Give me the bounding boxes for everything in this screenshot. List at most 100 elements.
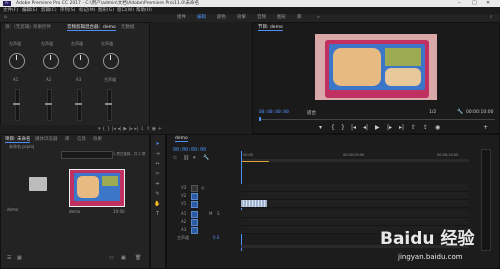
bin-folder-icon[interactable] [29, 177, 47, 191]
tab-project[interactable]: 项目: 未命名 [5, 136, 31, 143]
pan-knob-a3[interactable] [73, 53, 89, 69]
menu-sequence[interactable]: 序列(S) [60, 7, 75, 14]
a1-sync-toggle[interactable] [191, 211, 198, 218]
menu-marker[interactable]: 标记(M) [79, 7, 95, 14]
timeline-settings-icon[interactable]: 🔧 [203, 155, 209, 161]
go-to-out-icon[interactable]: ▸| [399, 124, 404, 131]
tab-info[interactable]: 信息 [77, 136, 86, 142]
workspace-effects[interactable]: 效果 [237, 14, 246, 22]
button-editor-icon[interactable]: + [483, 124, 488, 131]
menu-edit[interactable]: 编辑(E) [22, 7, 37, 14]
fader-a2[interactable] [47, 89, 52, 121]
go-to-in-icon[interactable]: |◂ [351, 124, 356, 131]
close-icon[interactable]: ✕ [486, 0, 490, 7]
timeline-ruler[interactable] [241, 159, 469, 162]
track-solo-icon[interactable]: S [217, 211, 220, 216]
a3-sync-toggle[interactable] [191, 227, 198, 234]
menu-file[interactable]: 文件(F) [3, 7, 18, 14]
snap-icon[interactable]: ⊂ [173, 155, 177, 161]
step-forward-icon[interactable]: |▸ [387, 124, 392, 131]
project-search-input[interactable] [61, 151, 113, 159]
menu-help[interactable]: 帮助(H) [136, 7, 152, 14]
selection-tool-icon[interactable]: ➤ [154, 141, 161, 147]
track-eye-icon[interactable]: ◎ [201, 185, 205, 190]
watermark-url: jingyan.baidu.com [398, 253, 463, 261]
track-lane-v2[interactable] [241, 192, 469, 200]
track-select-tool-icon[interactable]: ⇥ [154, 151, 161, 157]
add-marker-timeline-icon[interactable]: ▾ [193, 155, 196, 161]
pan-knob-a2[interactable] [43, 53, 59, 69]
video-clip[interactable] [241, 200, 267, 207]
project-clip-thumbnail[interactable] [69, 169, 125, 207]
play-icon[interactable]: ▶ [375, 124, 380, 131]
list-view-icon[interactable]: ☰ [7, 255, 11, 261]
pan-knob-master[interactable] [103, 53, 119, 69]
trash-icon[interactable]: 🗑 [135, 255, 141, 261]
workspace-color[interactable]: 颜色 [217, 14, 226, 22]
tab-program[interactable]: 节目: demo [258, 24, 283, 31]
tab-metadata[interactable]: 元数据 [121, 24, 135, 30]
v2-sync-toggle[interactable] [191, 193, 198, 200]
playhead-icon[interactable] [259, 117, 261, 121]
track-lane-a1[interactable] [241, 210, 469, 218]
linked-selection-icon[interactable]: ⛓ [183, 155, 189, 161]
fader-handle-a1[interactable] [13, 103, 20, 105]
tab-source[interactable]: 源：(无剪辑) [5, 24, 31, 30]
fader-master[interactable] [107, 89, 112, 121]
a2-sync-toggle[interactable] [191, 219, 198, 226]
tab-effects[interactable]: 效果 [93, 136, 102, 142]
source-controls-icon[interactable]: ▾ { } |◂ ◂| ▶ |▸ ▸| ⇩ ⇪ ◉ + [98, 126, 162, 132]
v1-sync-toggle[interactable] [191, 201, 198, 208]
pen-tool-icon[interactable]: ✎ [154, 191, 161, 197]
lift-icon[interactable]: ⇧ [411, 124, 416, 131]
minimize-icon[interactable]: – [458, 0, 461, 7]
home-icon[interactable]: ⌂ [4, 14, 7, 22]
icon-view-icon[interactable]: ▦ [17, 255, 22, 261]
workspace-editing[interactable]: 编辑 [197, 14, 206, 22]
hand-tool-icon[interactable]: ✋ [154, 201, 161, 207]
workspace-assembly[interactable]: 组件 [177, 14, 186, 22]
track-mute-icon[interactable]: M [209, 211, 212, 216]
search-icon[interactable]: ⌕ [490, 14, 493, 22]
tab-libraries[interactable]: 库 [65, 136, 70, 142]
step-back-icon[interactable]: ◂| [363, 124, 368, 131]
program-scrubber[interactable] [259, 119, 495, 120]
tab-audio-clip-mixer[interactable]: 音频剪辑混合器：demo [67, 24, 116, 31]
extract-icon[interactable]: ⇪ [423, 124, 428, 131]
fader-a1[interactable] [15, 89, 20, 121]
fader-a3[interactable] [77, 89, 82, 121]
pan-knob-a1[interactable] [9, 53, 25, 69]
ripple-edit-tool-icon[interactable]: ↔ [154, 161, 161, 167]
type-tool-icon[interactable]: T [154, 211, 161, 217]
tab-media-browser[interactable]: 媒体浏览器 [35, 136, 58, 142]
settings-icon[interactable]: 🔧 [457, 109, 463, 115]
mark-in-icon[interactable]: { [331, 124, 335, 131]
new-bin-icon[interactable]: ▭ [109, 255, 114, 261]
workspace-libraries[interactable]: 库 [297, 14, 302, 22]
tab-timeline[interactable]: demo [175, 136, 188, 142]
master-volume-value[interactable]: 0.0 [213, 235, 219, 240]
workspace-audio[interactable]: 音频 [257, 14, 266, 22]
resolution-dropdown[interactable]: 1/2 [429, 110, 436, 115]
export-frame-icon[interactable]: ◉ [435, 124, 440, 131]
more-workspaces-icon[interactable]: » [317, 14, 320, 22]
fader-handle-master[interactable] [105, 103, 112, 105]
workspace-graphics[interactable]: 图形 [277, 14, 286, 22]
slip-tool-icon[interactable]: ⇹ [154, 181, 161, 187]
fader-handle-a2[interactable] [45, 103, 52, 105]
fit-dropdown[interactable]: 适合 [307, 110, 316, 116]
fader-handle-a3[interactable] [75, 103, 82, 105]
maximize-icon[interactable]: □ [472, 0, 477, 7]
v3-lock-toggle[interactable] [191, 185, 198, 192]
menu-window[interactable]: 窗口(W) [117, 7, 134, 14]
track-lane-v3[interactable] [241, 184, 469, 192]
work-area-bar[interactable] [241, 161, 269, 162]
mark-out-icon[interactable]: } [341, 124, 345, 131]
tab-effect-controls[interactable]: 效果控件 [33, 24, 51, 30]
new-item-icon[interactable]: ▣ [121, 255, 126, 261]
menu-graphics[interactable]: 图形(G) [98, 7, 114, 14]
razor-tool-icon[interactable]: ✂ [154, 171, 161, 177]
track-lane-v1[interactable] [241, 200, 469, 208]
add-marker-icon[interactable]: ▾ [319, 124, 322, 131]
menu-clip[interactable]: 剪辑(C) [41, 7, 57, 14]
